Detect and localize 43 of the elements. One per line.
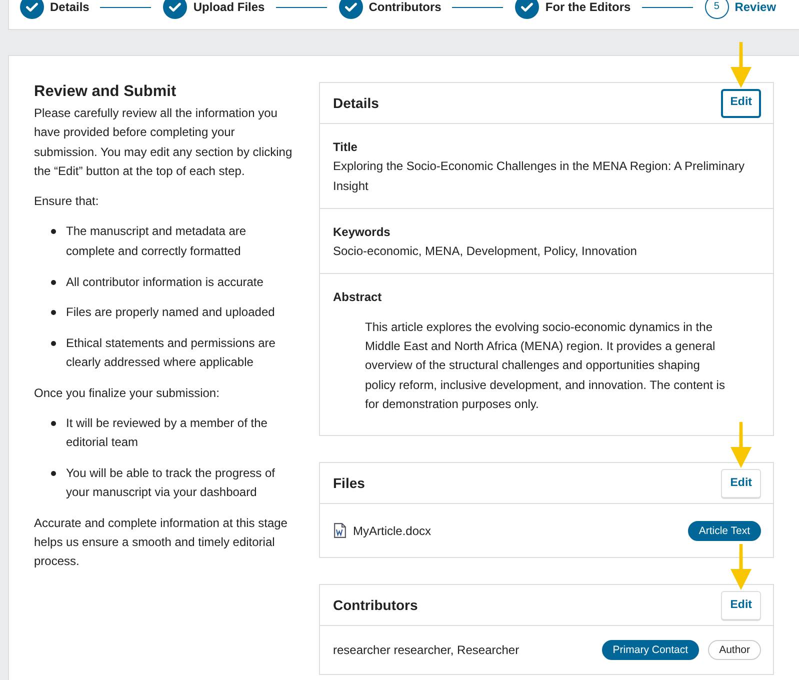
list-item-text: The manuscript and metadata are complete and correctly formatted <box>66 223 248 260</box>
list-item-text: Files are properly named and uploaded <box>66 304 275 322</box>
step-connector <box>642 7 693 8</box>
field-label: Abstract <box>333 289 383 306</box>
file-name[interactable]: MyArticle.docx <box>353 524 432 538</box>
bullet-icon <box>51 421 56 426</box>
intro-paragraph: Accurate and complete information at this stage helps us ensure a smooth and timely editorial process. <box>34 514 288 570</box>
document-icon <box>334 523 346 538</box>
step-tab[interactable]: Upload Files <box>163 0 265 19</box>
field-label: Keywords <box>333 224 392 241</box>
edit-button[interactable]: Edit <box>721 468 761 498</box>
bullet-icon <box>51 471 56 476</box>
file-genre-tag: Article Text <box>688 520 761 541</box>
intro-paragraph: Ensure that: <box>34 193 100 210</box>
field-label: Title <box>333 139 358 156</box>
field-value: Socio-economic, MENA, Development, Policy, Innovation <box>333 243 638 260</box>
field-value: This article explores the evolving socio-economic dynamics in the Middle East and North Africa (MENA) region. It provides a general overview of the structural challenges and opportunities shaping policy reform, inclusive development, and innovation. The content is for demonstration purposes only. <box>365 318 726 413</box>
step-tab[interactable]: Contributors <box>338 0 442 19</box>
list-item-text: Ethical statements and permissions are clearly addressed where applicable <box>66 335 276 372</box>
intro-paragraph: Please carefully review all the information you have provided before completing your submission. You may edit any section by clicking the “Edit” button at the top of each step. <box>34 105 294 180</box>
contributor-name: researcher researcher, Researcher <box>333 643 520 658</box>
bullet-icon <box>51 310 56 316</box>
section-title: Contributors <box>333 596 418 614</box>
intro-paragraph: Once you finalize your submission: <box>34 384 220 402</box>
step-tab[interactable]: Details <box>20 0 90 19</box>
step-connector <box>276 7 327 8</box>
section-title: Details <box>333 94 379 112</box>
step-tab[interactable]: For the Editors <box>515 0 631 19</box>
bullet-icon <box>51 229 56 234</box>
step-connector <box>452 7 504 8</box>
edit-button[interactable]: Edit <box>721 88 761 118</box>
step-connector <box>100 7 152 8</box>
bullet-icon <box>51 341 56 346</box>
bullet-icon <box>51 280 56 285</box>
contributor-role-tag: Author <box>708 640 761 660</box>
list-item-text: It will be reviewed by a member of the editorial team <box>66 415 268 452</box>
field-value: Exploring the Socio-Economic Challenges in the MENA Region: A Preliminary Insight <box>333 158 746 195</box>
list-item-text: You will be able to track the progress of your manuscript via your dashboard <box>66 465 276 502</box>
list-item-text: All contributor information is accurate <box>66 274 264 291</box>
section-title: Files <box>333 474 365 492</box>
page-heading: Review and Submit <box>34 82 178 102</box>
contributor-role-tag: Primary Contact <box>602 640 700 660</box>
edit-button[interactable]: Edit <box>721 590 761 620</box>
